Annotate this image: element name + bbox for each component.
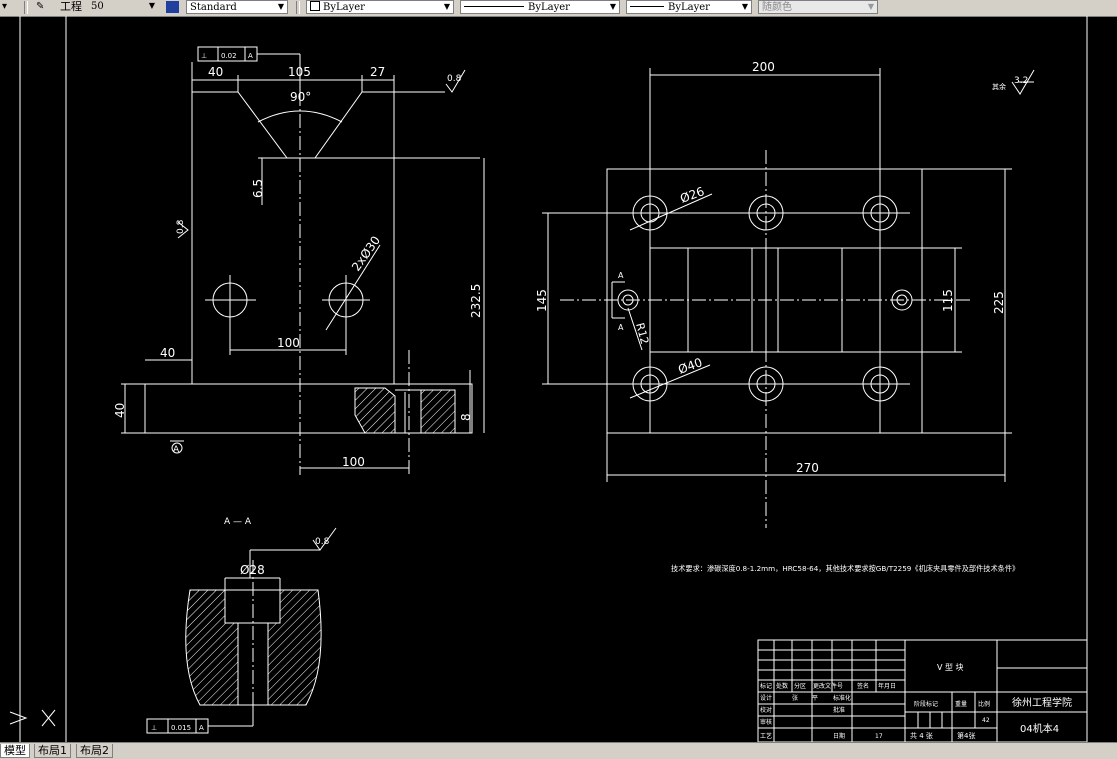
dim-40-top: 40 (208, 65, 223, 79)
section-tolerance-symbol: ⊥ (151, 724, 157, 732)
header-zone: 分区 (794, 682, 806, 690)
dim-270: 270 (796, 461, 819, 475)
chevron-down-icon[interactable]: ▼ (146, 0, 158, 12)
scale-label: 比例 (978, 700, 990, 708)
toolbar-separator (296, 1, 300, 14)
plotstyle-combo-value: 随颜色 (762, 2, 792, 13)
weight-label: 重量 (955, 700, 967, 708)
dimstyle-icon[interactable]: ✎ (36, 0, 44, 15)
text-style-combo[interactable]: Standard ▼ (186, 0, 288, 14)
row-standardization: 标准化 (833, 694, 851, 702)
header-mark: 标记 (760, 682, 772, 690)
roughness-left: 0.8 (176, 219, 186, 234)
dim-232-5: 232.5 (469, 284, 483, 318)
toolbar-separator (24, 1, 28, 14)
section-tolerance-value: 0.015 (171, 724, 191, 732)
dropdown-arrow-icon[interactable]: ▾ (2, 0, 7, 15)
header-count: 处数 (776, 682, 788, 690)
dim-200: 200 (752, 60, 775, 74)
school-name: 徐州工程学院 (1012, 696, 1072, 709)
tab-model[interactable]: 模型 (0, 744, 30, 758)
header-date: 年月日 (878, 682, 896, 690)
front-view (121, 46, 485, 475)
tab-layout-1[interactable]: 布局1 (34, 744, 71, 758)
linetype-sample-icon (464, 6, 524, 7)
layer-combo[interactable]: ByLayer ▼ (306, 0, 454, 14)
row-audit: 审核 (760, 718, 772, 726)
chevron-down-icon: ▼ (867, 2, 875, 11)
roughness-top: 0.8 (447, 74, 462, 84)
dim-105: 105 (288, 65, 311, 79)
row-design-name-2: 平 (812, 695, 818, 702)
date-value: 17 (875, 733, 883, 740)
lineweight-sample-icon (630, 6, 664, 7)
section-marker-bottom: A (618, 323, 624, 332)
section-roughness: 0.8 (315, 537, 330, 547)
dim-8: 8 (459, 413, 473, 421)
general-roughness-label: 其余 (992, 82, 1006, 91)
chevron-down-icon[interactable]: ▼ (441, 1, 453, 13)
layer-scale-combo[interactable]: 50 ▼ (88, 0, 158, 14)
lineweight-combo-value: ByLayer (668, 2, 710, 13)
top-view (542, 68, 1035, 528)
dim-40-left: 40 (160, 346, 175, 360)
lineweight-combo[interactable]: ByLayer ▼ (626, 0, 752, 14)
plotstyle-combo: 随颜色 ▼ (758, 0, 878, 14)
linetype-combo[interactable]: ByLayer ▼ (460, 0, 620, 14)
sheet-number: 第4张 (957, 731, 975, 740)
color-swatch-icon (310, 1, 320, 11)
chevron-down-icon[interactable]: ▼ (739, 1, 751, 13)
dim-27: 27 (370, 65, 385, 79)
dim-100-bottom: 100 (342, 455, 365, 469)
section-bore-dim: Ø28 (240, 563, 265, 577)
drawing-canvas[interactable]: ⊥ 0.02 A 40 105 27 90° 0.8 6.5 0.8 2xØ30… (0, 16, 1117, 743)
dim-angle-90: 90° (290, 90, 311, 104)
text-style-value: Standard (190, 2, 237, 13)
radius-r12: R12 (633, 321, 651, 345)
tolerance-datum: A (248, 52, 253, 60)
tolerance-value: 0.02 (221, 52, 237, 60)
row-design-name-1: 张 (792, 694, 798, 702)
ucs-icon (9, 709, 56, 727)
row-process: 工艺 (760, 732, 772, 740)
cad-drawing[interactable]: ⊥ 0.02 A 40 105 27 90° 0.8 6.5 0.8 2xØ30… (0, 16, 1117, 743)
part-name: V 型 块 (937, 662, 964, 672)
dim-225: 225 (992, 291, 1006, 314)
technical-requirements: 技术要求：渗碳深度0.8-1.2mm，HRC58-64，其他技术要求按GB/T2… (671, 564, 1019, 573)
header-sign: 签名 (857, 682, 869, 690)
dim-6-5: 6.5 (251, 179, 265, 198)
layer-combo-value: ByLayer (323, 2, 365, 13)
section-tolerance-datum: A (199, 724, 204, 732)
dim-115: 115 (941, 289, 955, 312)
linetype-combo-value: ByLayer (528, 2, 570, 13)
dim-100-mid: 100 (277, 336, 300, 350)
chevron-down-icon[interactable]: ▼ (275, 1, 287, 13)
row-design: 设计 (760, 694, 772, 702)
section-title: A — A (224, 517, 252, 527)
properties-toolbar: ▾ ✎ 工程 50 ▼ Standard ▼ ByLayer ▼ ByLayer… (0, 0, 1117, 17)
row-check: 校对 (760, 706, 772, 714)
row-approve: 批准 (833, 706, 845, 714)
section-marker-top: A (618, 271, 624, 280)
dim-40-base: 40 (113, 403, 127, 418)
datum-a-label: A (173, 445, 180, 455)
header-change-doc: 更改文件号 (813, 682, 843, 690)
layer-scale-value: 50 (91, 1, 104, 12)
scale-value: 42 (982, 717, 990, 724)
dim-145: 145 (535, 289, 549, 312)
text-style-icon[interactable] (166, 1, 179, 13)
counterbore-holes (617, 195, 913, 402)
sheets-total: 共 4 张 (910, 731, 933, 740)
tab-layout-2[interactable]: 布局2 (76, 744, 113, 758)
general-roughness-value: 3.2 (1014, 76, 1028, 86)
section-view (146, 527, 337, 734)
layer-name-label: 工程 (60, 0, 82, 13)
class-code: 04机本4 (1020, 722, 1059, 735)
stage-label: 阶段标记 (914, 700, 938, 708)
chevron-down-icon[interactable]: ▼ (607, 1, 619, 13)
date-label: 日期 (833, 732, 845, 740)
layout-tabs: 模型 布局1 布局2 (0, 742, 1117, 759)
tolerance-symbol: ⊥ (201, 52, 207, 60)
